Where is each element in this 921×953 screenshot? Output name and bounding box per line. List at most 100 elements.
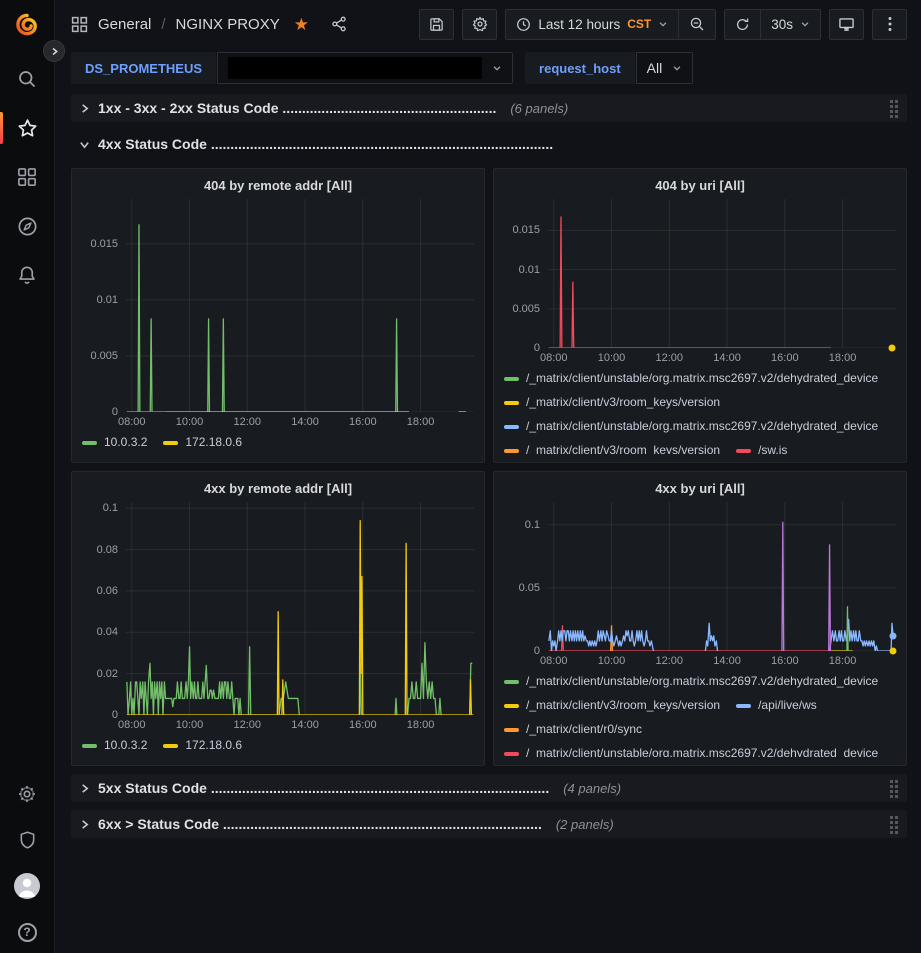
plot-area[interactable]: [126, 502, 474, 715]
panel-title[interactable]: 404 by uri [All]: [504, 173, 896, 199]
x-tick-label: 16:00: [349, 719, 377, 731]
datasource-select[interactable]: [217, 52, 513, 84]
sidebar-item-settings[interactable]: [0, 783, 55, 805]
legend-item[interactable]: /_matrix/client/v3/room_keys/version: [504, 394, 720, 411]
x-tick-label: 16:00: [771, 352, 799, 364]
legend-item[interactable]: 10.0.3.2: [82, 434, 147, 451]
plot-area[interactable]: [126, 199, 474, 412]
refresh-icon: [735, 17, 750, 32]
favorite-star-icon[interactable]: ★: [294, 16, 309, 33]
y-tick-label: 0.1: [103, 502, 118, 514]
y-tick-label: 0.015: [90, 238, 118, 250]
sidebar-item-search[interactable]: [0, 68, 55, 90]
time-range-picker[interactable]: Last 12 hours CST: [506, 10, 678, 39]
drag-handle-icon[interactable]: [889, 99, 899, 118]
legend-item[interactable]: /sw.js: [736, 442, 787, 454]
legend-item[interactable]: /_matrix/client/r0/sync: [504, 721, 642, 738]
row-5xx[interactable]: 5xx Status Code ........................…: [71, 774, 907, 802]
cycle-view-button[interactable]: [829, 9, 864, 40]
sidebar-item-dashboards[interactable]: [0, 166, 55, 188]
panel-title[interactable]: 4xx by remote addr [All]: [82, 476, 474, 502]
legend-item[interactable]: /_matrix/client/v3/room_keys/version: [504, 442, 720, 454]
legend: /_matrix/client/unstable/org.matrix.msc2…: [504, 669, 896, 757]
x-tick-label: 18:00: [829, 655, 857, 667]
page-title[interactable]: NGINX PROXY: [176, 16, 280, 33]
save-dashboard-button[interactable]: [419, 9, 454, 40]
dashboard-menu-button[interactable]: [872, 9, 907, 40]
panel-title[interactable]: 4xx by uri [All]: [504, 476, 896, 502]
grafana-logo-icon: [14, 12, 40, 38]
legend-swatch: [736, 704, 751, 708]
legend-swatch: [82, 744, 97, 748]
legend-swatch: [504, 704, 519, 708]
row-6xx[interactable]: 6xx > Status Code ......................…: [71, 810, 907, 838]
drag-handle-icon[interactable]: [889, 815, 899, 834]
sidebar-item-alerting[interactable]: [0, 264, 55, 286]
panel-grid: 404 by remote addr [All] 00.0050.010.015…: [71, 168, 907, 766]
legend-item[interactable]: 10.0.3.2: [82, 737, 147, 754]
x-tick-label: 12:00: [656, 655, 684, 667]
plot-area[interactable]: [548, 199, 896, 348]
sidebar-expand-button[interactable]: [43, 40, 65, 62]
kebab-icon: [888, 16, 892, 32]
zoom-out-time-button[interactable]: [678, 10, 715, 39]
legend-item[interactable]: /api/live/ws: [736, 697, 817, 714]
share-icon[interactable]: [331, 16, 347, 32]
dashboard-grid-icon[interactable]: [71, 16, 88, 33]
legend-item[interactable]: 172.18.0.6: [163, 737, 242, 754]
chevron-down-icon: [79, 139, 90, 150]
legend-item[interactable]: /_matrix/client/unstable/org.matrix.msc2…: [504, 745, 878, 757]
drag-handle-icon[interactable]: [889, 779, 899, 798]
panel-4xx-by-remote-addr: 4xx by remote addr [All] 00.020.040.060.…: [71, 471, 485, 766]
request-host-select[interactable]: All: [636, 52, 694, 84]
main-area: General / NGINX PROXY ★ Last: [55, 0, 921, 953]
legend-item[interactable]: /_matrix/client/unstable/org.matrix.msc2…: [504, 673, 878, 690]
refresh-button[interactable]: [725, 10, 760, 39]
avatar: [14, 873, 40, 899]
legend-item[interactable]: /_matrix/client/unstable/org.matrix.msc2…: [504, 418, 878, 435]
series-line: [408, 643, 443, 715]
dashboard-settings-button[interactable]: [462, 9, 497, 40]
explore-compass-icon: [17, 216, 38, 237]
chevron-right-icon: [79, 819, 90, 830]
gear-icon: [472, 16, 488, 32]
dashboards-grid-icon: [17, 167, 37, 187]
series-line: [705, 623, 717, 651]
x-tick-label: 08:00: [118, 416, 146, 428]
legend-swatch: [504, 377, 519, 381]
sidebar-item-explore[interactable]: [0, 215, 55, 237]
row-4xx[interactable]: 4xx Status Code ........................…: [71, 130, 907, 158]
x-axis: 08:0010:0012:0014:0016:0018:00: [548, 651, 896, 669]
panels-count: (2 panels): [556, 817, 614, 832]
series-line: [847, 607, 848, 651]
x-tick-label: 08:00: [540, 352, 568, 364]
grafana-logo[interactable]: [0, 12, 55, 38]
y-tick-label: 0.08: [97, 544, 118, 556]
chevron-right-icon: [79, 103, 90, 114]
refresh-interval-dropdown[interactable]: 30s: [760, 10, 820, 39]
sidebar-item-starred[interactable]: [0, 117, 55, 139]
panel-title[interactable]: 404 by remote addr [All]: [82, 173, 474, 199]
breadcrumb-section[interactable]: General: [98, 16, 151, 33]
help-icon: ?: [18, 923, 37, 942]
legend-swatch: [736, 449, 751, 453]
avatar-person-icon: [14, 873, 40, 899]
plot-area[interactable]: [548, 502, 896, 651]
legend-item[interactable]: /_matrix/client/unstable/org.matrix.msc2…: [504, 370, 878, 387]
x-tick-label: 12:00: [234, 416, 262, 428]
legend: /_matrix/client/unstable/org.matrix.msc2…: [504, 366, 896, 454]
x-tick-label: 14:00: [291, 719, 319, 731]
row-1xx-3xx-2xx[interactable]: 1xx - 3xx - 2xx Status Code ............…: [71, 94, 907, 122]
x-tick-label: 18:00: [407, 416, 435, 428]
series-line: [395, 698, 397, 715]
legend-label: /_matrix/client/unstable/org.matrix.msc2…: [526, 745, 878, 757]
x-tick-label: 10:00: [176, 416, 204, 428]
x-tick-label: 14:00: [291, 416, 319, 428]
legend-item[interactable]: /_matrix/client/v3/room_keys/version: [504, 697, 720, 714]
x-tick-label: 10:00: [598, 352, 626, 364]
panel-404-by-uri: 404 by uri [All] 00.0050.010.015 08:0010…: [493, 168, 907, 463]
sidebar-item-profile[interactable]: [0, 875, 55, 897]
legend-item[interactable]: 172.18.0.6: [163, 434, 242, 451]
sidebar-item-server-admin[interactable]: [0, 829, 55, 851]
sidebar-item-help[interactable]: ?: [0, 921, 55, 943]
